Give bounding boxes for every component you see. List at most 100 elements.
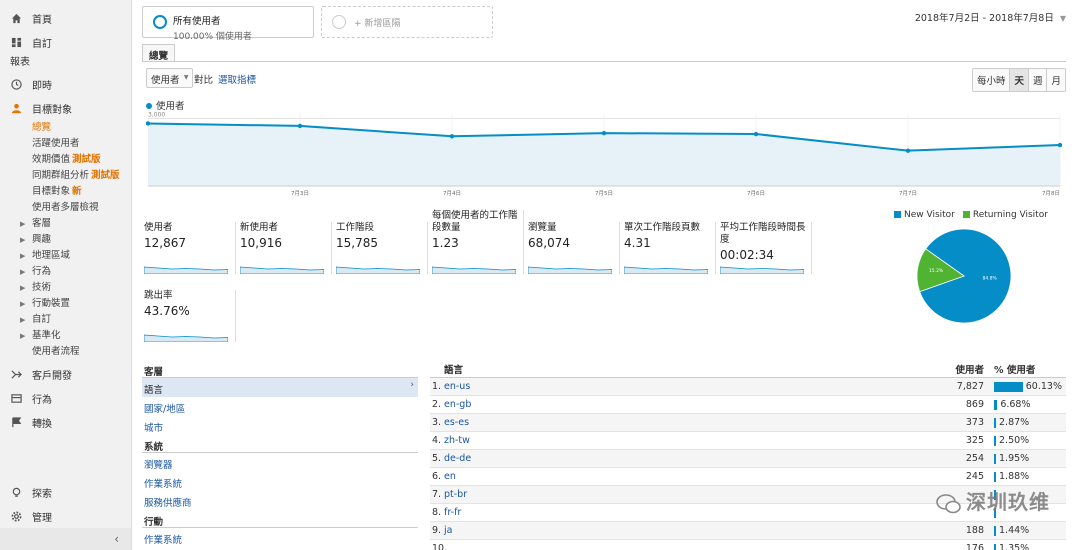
- segment-subtitle: 100.00% 個使用者: [173, 32, 252, 42]
- pct-value: 6.68%: [1000, 399, 1031, 410]
- data-point[interactable]: [601, 130, 607, 136]
- metric-tile[interactable]: 單次工作階段頁數 4.31: [624, 222, 716, 274]
- nav-audience[interactable]: 目標對象: [0, 96, 131, 120]
- dimension-item[interactable]: 服務供應商: [142, 491, 418, 510]
- data-point[interactable]: [905, 148, 911, 153]
- table-row: 6. en 245 1.88%: [430, 468, 1066, 486]
- sidebar-audience-item[interactable]: 總覽: [0, 120, 131, 136]
- row-language-link[interactable]: de-de: [440, 453, 860, 464]
- row-index: 4.: [432, 435, 442, 446]
- interval-option[interactable]: 每小時: [972, 69, 1011, 91]
- row-pct: 60.13%: [988, 381, 1062, 392]
- nav-custom[interactable]: 自訂: [0, 30, 131, 54]
- beta-badge: 測試版: [72, 154, 101, 165]
- row-users: 7,827: [956, 381, 984, 392]
- row-language-link[interactable]: fr-fr: [440, 507, 860, 518]
- nav-conversions[interactable]: 轉換: [0, 410, 131, 434]
- sidebar-audience-item-label: 效期價值: [32, 154, 71, 165]
- dimension-item[interactable]: 城市: [142, 416, 418, 435]
- metric-tile[interactable]: 新使用者 10,916: [240, 222, 332, 274]
- pie-slice-label: 84.8%: [982, 276, 997, 282]
- nav-home-label: 首頁: [32, 14, 52, 26]
- data-point[interactable]: [1057, 142, 1063, 148]
- segment-circle-icon: [153, 15, 167, 29]
- sparkline: [528, 266, 612, 274]
- pct-bar: [994, 381, 1023, 392]
- row-language-link[interactable]: es-es: [440, 417, 860, 428]
- sparkline-path: [240, 266, 324, 274]
- metric-label: 工作階段: [336, 222, 375, 233]
- sidebar-audience-item[interactable]: 活躍使用者: [0, 136, 131, 152]
- dimension-item[interactable]: 語言 ›: [142, 378, 418, 397]
- sidebar-audience-group[interactable]: ▶ 客層: [0, 216, 131, 232]
- sidebar-audience-group[interactable]: ▶ 地理區域: [0, 248, 131, 264]
- data-point[interactable]: [145, 121, 151, 126]
- segment-all-users[interactable]: 所有使用者 100.00% 個使用者: [142, 6, 314, 42]
- person-icon: [10, 102, 22, 114]
- sidebar-audience-group[interactable]: ▶ 自訂: [0, 312, 131, 328]
- nav-admin[interactable]: 管理: [0, 504, 131, 528]
- pie-legend-entry[interactable]: New Visitor: [894, 210, 955, 220]
- row-language-link[interactable]: en-us: [440, 381, 860, 392]
- row-language-link[interactable]: ja: [440, 525, 860, 536]
- add-segment-label: + 新增區隔: [354, 19, 401, 29]
- interval-option[interactable]: 月: [1047, 69, 1065, 91]
- interval-option[interactable]: 週: [1028, 69, 1048, 91]
- dimension-item[interactable]: 作業系統: [142, 472, 418, 491]
- metric-select[interactable]: 使用者 ▼: [146, 68, 193, 88]
- sidebar-audience-group[interactable]: ▶ 興趣: [0, 232, 131, 248]
- sidebar-audience-group[interactable]: ▶ 技術: [0, 280, 131, 296]
- sidebar-audience-group[interactable]: ▶ 行動裝置: [0, 296, 131, 312]
- metric-tile[interactable]: 跳出率 43.76%: [144, 290, 236, 342]
- sidebar-audience-item[interactable]: 同期群組分析 測試版: [0, 168, 131, 184]
- select-metric-link[interactable]: 選取指標: [218, 72, 256, 86]
- nav-discover[interactable]: 探索: [0, 480, 131, 504]
- metric-tile[interactable]: 使用者 12,867: [144, 222, 236, 274]
- dimension-item[interactable]: 國家/地區: [142, 397, 418, 416]
- row-language-link[interactable]: en-gb: [440, 399, 860, 410]
- visitor-type-pie: 84.8% 15.2%: [916, 228, 1012, 324]
- row-language-link[interactable]: en: [440, 471, 860, 482]
- nav-realtime[interactable]: 即時: [0, 72, 131, 96]
- data-point[interactable]: [297, 123, 303, 129]
- row-index: 7.: [432, 489, 442, 500]
- nav-home[interactable]: 首頁: [0, 6, 131, 30]
- row-language-link[interactable]: pt-br: [440, 489, 860, 500]
- data-point[interactable]: [753, 131, 759, 137]
- x-tick-label: 7月4日: [443, 190, 461, 197]
- sidebar-audience-group[interactable]: ▶ 基準化: [0, 328, 131, 344]
- row-index: 3.: [432, 417, 442, 428]
- dimension-item[interactable]: 作業系統: [142, 528, 418, 547]
- data-point[interactable]: [449, 134, 455, 139]
- table-header: 語言 使用者 % 使用者: [430, 360, 1066, 378]
- watermark: 深圳玖维: [936, 486, 1050, 515]
- sidebar-bottom: 探索 管理 ‹: [0, 480, 131, 550]
- table-row: 4. zh-tw 325 2.50%: [430, 432, 1066, 450]
- caret-right-icon: ▶: [20, 268, 26, 276]
- tab-overview[interactable]: 總覽: [142, 44, 176, 62]
- metric-tile[interactable]: 每個使用者的工作階段數量 1.23: [432, 210, 524, 274]
- sidebar-audience-item[interactable]: 效期價值 測試版: [0, 152, 131, 168]
- metric-tile[interactable]: 工作階段 15,785: [336, 222, 428, 274]
- metric-value: 4.31: [624, 236, 651, 250]
- sidebar-audience-group[interactable]: ▶ 行為: [0, 264, 131, 280]
- sidebar-audience-item[interactable]: 目標對象新: [0, 184, 131, 200]
- pie-legend-entry[interactable]: Returning Visitor: [962, 210, 1048, 220]
- pie-legend-label: Returning Visitor: [972, 210, 1048, 220]
- sidebar-item-user-flow[interactable]: 使用者流程: [0, 344, 131, 360]
- metric-tile[interactable]: 平均工作階段時間長度 00:02:34: [720, 222, 812, 274]
- sidebar-audience-group-label: 技術: [32, 282, 52, 293]
- dimension-item[interactable]: 瀏覽器: [142, 453, 418, 472]
- metric-tile[interactable]: 瀏覽量 68,074: [528, 222, 620, 274]
- add-segment-button[interactable]: + 新增區隔: [321, 6, 493, 38]
- row-language-link[interactable]: zh-tw: [440, 435, 860, 446]
- row-users: 373: [965, 417, 984, 428]
- collapse-sidebar-button[interactable]: ‹: [0, 528, 131, 550]
- nav-acquisition[interactable]: 客戶開發: [0, 362, 131, 386]
- interval-option[interactable]: 天: [1010, 69, 1029, 91]
- nav-behavior[interactable]: 行為: [0, 386, 131, 410]
- sidebar-audience-item[interactable]: 使用者多層檢視: [0, 200, 131, 216]
- metric-value: 1.23: [432, 236, 459, 250]
- x-tick-label: 7月5日: [595, 190, 613, 197]
- date-range-picker[interactable]: 2018年7月2日 - 2018年7月8日 ▼: [915, 10, 1066, 24]
